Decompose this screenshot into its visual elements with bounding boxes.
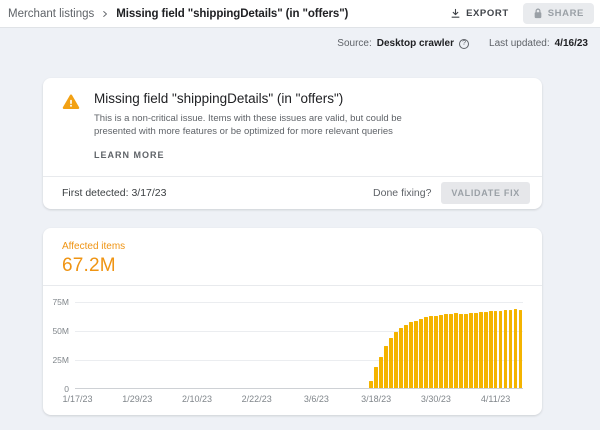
chart-bar-4/10/23[interactable]: [489, 311, 493, 388]
issue-description: This is a non-critical issue. Items with…: [94, 112, 439, 138]
chart-bar-3/23/23[interactable]: [399, 328, 403, 388]
metric-header: Affected items 67.2M: [43, 228, 542, 286]
chart-x-labels: 1/17/231/29/232/10/232/22/233/6/233/18/2…: [75, 394, 523, 406]
chart-bar-3/27/23[interactable]: [419, 319, 423, 388]
affected-items-chart: 0 25M 50M 75M 1/17/23 1/29/23 2/10/23 2/22/23 3…: [43, 286, 542, 414]
footer-right: Done fixing? VALIDATE FIX: [373, 182, 530, 204]
chart-bar-4/7/23[interactable]: [474, 313, 478, 388]
lock-icon: [533, 8, 543, 19]
last-updated-label: Last updated:: [489, 38, 550, 49]
chart-bar-4/3/23[interactable]: [454, 313, 458, 388]
warning-icon: [62, 93, 80, 176]
source-value: Desktop crawler: [377, 38, 454, 49]
chart-bar-3/25/23[interactable]: [409, 322, 413, 388]
issue-card: Missing field "shippingDetails" (in "off…: [43, 78, 542, 209]
issue-card-body: Missing field "shippingDetails" (in "off…: [43, 78, 542, 176]
issue-text-block: Missing field "shippingDetails" (in "off…: [94, 91, 439, 176]
chart-bar-3/29/23[interactable]: [429, 316, 433, 388]
y-axis-tick-label: 50M: [52, 326, 69, 336]
x-axis-tick-label: 3/18/23: [361, 394, 391, 404]
chart-bar-4/5/23[interactable]: [464, 314, 468, 388]
issue-card-footer: First detected: 3/17/23 Done fixing? VAL…: [43, 176, 542, 209]
chart-bar-3/18/23[interactable]: [374, 367, 378, 388]
chart-bar-4/11/23[interactable]: [494, 311, 498, 388]
source-label: Source:: [337, 38, 371, 49]
y-axis-tick-label: 25M: [52, 355, 69, 365]
topbar-actions: EXPORT SHARE: [450, 3, 594, 24]
x-axis-tick-label: 2/10/23: [182, 394, 212, 404]
y-axis-tick-label: 0: [64, 384, 69, 394]
top-bar: Merchant listings Missing field "shippin…: [0, 0, 600, 28]
x-axis-tick-label: 4/11/23: [481, 394, 510, 404]
meta-row: Source: Desktop crawler ? Last updated: …: [0, 28, 600, 49]
issue-title: Missing field "shippingDetails" (in "off…: [94, 91, 439, 106]
done-fixing-label: Done fixing?: [373, 187, 431, 199]
breadcrumb: Merchant listings Missing field "shippin…: [8, 8, 348, 20]
help-icon[interactable]: ?: [459, 39, 469, 49]
chart-bar-3/22/23[interactable]: [394, 332, 398, 388]
chart-bar-4/13/23[interactable]: [504, 310, 508, 388]
chart-bar-4/1/23[interactable]: [444, 314, 448, 388]
chevron-right-icon: [101, 10, 109, 18]
chart-bar-3/17/23[interactable]: [369, 381, 373, 388]
download-icon: [450, 8, 461, 19]
chart-card: Affected items 67.2M 0 25M 50M 75M 1/17/23 1…: [43, 228, 542, 415]
chart-bar-4/12/23[interactable]: [499, 311, 503, 388]
first-detected-value: 3/17/23: [131, 187, 166, 199]
chart-bar-4/9/23[interactable]: [484, 312, 488, 388]
chart-bar-3/19/23[interactable]: [379, 357, 383, 388]
x-axis-tick-label: 3/30/23: [421, 394, 451, 404]
chart-bar-4/4/23[interactable]: [459, 314, 463, 388]
chart-bar-4/14/23[interactable]: [509, 310, 513, 388]
affected-items-count: 67.2M: [62, 255, 542, 277]
chart-bar-3/20/23[interactable]: [384, 346, 388, 388]
learn-more-link[interactable]: LEARN MORE: [94, 150, 165, 160]
export-label: EXPORT: [466, 8, 509, 19]
last-updated-value: 4/16/23: [555, 38, 588, 49]
breadcrumb-merchant-listings[interactable]: Merchant listings: [8, 8, 94, 20]
y-axis-tick-label: 75M: [52, 297, 69, 307]
chart-bar-4/15/23[interactable]: [514, 309, 518, 388]
chart-bar-3/30/23[interactable]: [434, 316, 438, 389]
share-label: SHARE: [548, 8, 584, 19]
x-axis-tick-label: 3/6/23: [304, 394, 329, 404]
chart-bar-4/2/23[interactable]: [449, 314, 453, 388]
chart-bar-3/31/23[interactable]: [439, 315, 443, 388]
chart-bar-4/6/23[interactable]: [469, 313, 473, 388]
chart-bar-3/28/23[interactable]: [424, 317, 428, 388]
x-axis-tick-label: 1/29/23: [122, 394, 152, 404]
chart-bar-3/21/23[interactable]: [389, 338, 393, 388]
chart-bar-4/8/23[interactable]: [479, 312, 483, 388]
chart-y-labels: 025M50M75M: [43, 302, 71, 389]
first-detected-label: First detected:: [62, 187, 129, 199]
affected-items-label: Affected items: [62, 241, 542, 252]
x-axis-tick-label: 1/17/23: [62, 394, 92, 404]
chart-bar-4/16/23[interactable]: [519, 310, 523, 388]
gridline: [75, 302, 523, 303]
share-button[interactable]: SHARE: [523, 3, 594, 24]
x-axis-tick-label: 2/22/23: [242, 394, 272, 404]
chart-plot: [75, 302, 523, 389]
export-button[interactable]: EXPORT: [450, 8, 509, 19]
first-detected: First detected: 3/17/23: [62, 187, 167, 199]
page-title: Missing field "shippingDetails" (in "off…: [116, 8, 348, 20]
chart-bar-3/26/23[interactable]: [414, 321, 418, 388]
chart-bar-3/24/23[interactable]: [404, 325, 408, 388]
validate-fix-button[interactable]: VALIDATE FIX: [441, 182, 530, 204]
